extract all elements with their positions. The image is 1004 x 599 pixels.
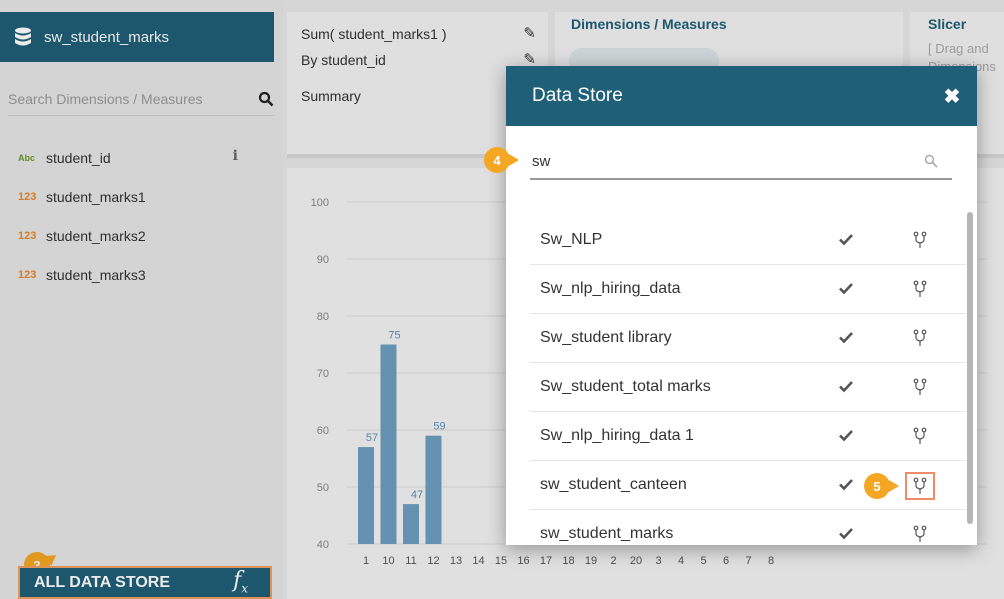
datastore-row[interactable]: Sw_NLP: [530, 216, 966, 265]
fork-icon[interactable]: [910, 523, 930, 545]
fork-icon[interactable]: [910, 278, 930, 300]
datastore-row[interactable]: Sw_nlp_hiring_data 1: [530, 412, 966, 461]
data-store-modal: Data Store ✖ Sw_NLPSw_nlp_hiring_dataSw_…: [506, 66, 977, 545]
datastore-row-name: Sw_student library: [540, 329, 672, 346]
search-icon[interactable]: [924, 154, 938, 168]
datastore-row-name: Sw_nlp_hiring_data 1: [540, 427, 694, 444]
datastore-row[interactable]: Sw_student_total marks: [530, 363, 966, 412]
scrollbar[interactable]: [967, 212, 973, 524]
step-badge-5: 5: [864, 473, 899, 499]
check-icon[interactable]: [838, 280, 854, 296]
datastore-row[interactable]: Sw_student library: [530, 314, 966, 363]
datastore-row-name: sw_student_canteen: [540, 476, 687, 493]
datastore-row-name: sw_student_marks: [540, 525, 674, 542]
check-icon[interactable]: [838, 427, 854, 443]
datastore-row[interactable]: Sw_nlp_hiring_data: [530, 265, 966, 314]
check-icon[interactable]: [838, 525, 854, 541]
fork-icon[interactable]: [910, 327, 930, 349]
fork-icon[interactable]: [905, 472, 935, 500]
close-icon[interactable]: ✖: [927, 76, 977, 116]
modal-title: Data Store: [532, 85, 623, 106]
check-icon[interactable]: [838, 476, 854, 492]
datastore-row[interactable]: sw_student_canteen 5: [530, 461, 966, 510]
check-icon[interactable]: [838, 231, 854, 247]
step-badge-4: 4: [484, 147, 519, 173]
fork-icon[interactable]: [910, 229, 930, 251]
datastore-list: Sw_NLP Sw_nlp_hiring_data Sw_student libra…: [530, 216, 966, 545]
check-icon[interactable]: [838, 329, 854, 345]
datastore-search-input[interactable]: [530, 146, 910, 176]
datastore-row-name: Sw_student_total marks: [540, 378, 711, 395]
fork-icon[interactable]: [910, 376, 930, 398]
datastore-row[interactable]: sw_student_marks: [530, 510, 966, 545]
fork-icon[interactable]: [910, 425, 930, 447]
datastore-row-name: Sw_nlp_hiring_data: [540, 280, 681, 297]
datastore-row-name: Sw_NLP: [540, 231, 603, 248]
datastore-search: [530, 146, 952, 180]
modal-header: Data Store ✖: [506, 66, 977, 126]
check-icon[interactable]: [838, 378, 854, 394]
